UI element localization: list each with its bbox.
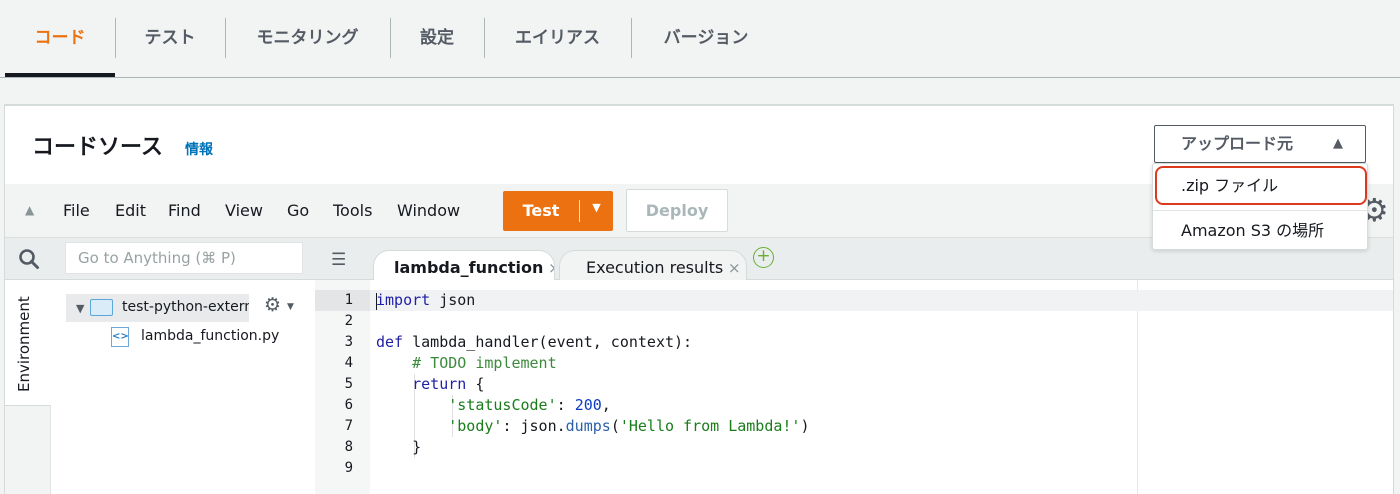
- upload-from-button[interactable]: アップロード元 ▲: [1154, 125, 1366, 163]
- code-line: 'body': json.dumps('Hello from Lambda!'): [448, 417, 810, 435]
- menu-file[interactable]: File: [63, 201, 90, 220]
- line-number: 3: [344, 334, 353, 350]
- line-number: 5: [344, 376, 353, 392]
- menu-view[interactable]: View: [225, 201, 263, 220]
- environment-sidebar: Environment: [5, 280, 51, 494]
- panel-title: コードソース: [32, 135, 163, 160]
- file-name[interactable]: lambda_function.py: [141, 328, 279, 344]
- tab-code[interactable]: コード: [5, 0, 115, 77]
- line-number: 8: [344, 439, 353, 455]
- tab-list-icon[interactable]: ☰: [331, 250, 346, 270]
- code-line: }: [376, 438, 422, 456]
- caret-up-icon: ▲: [1333, 136, 1343, 151]
- active-line: [370, 290, 1393, 311]
- expand-triangle-icon[interactable]: ▼: [76, 302, 84, 315]
- go-to-anything-bar: [5, 238, 315, 280]
- menu-go[interactable]: Go: [287, 201, 309, 220]
- line-number: 7: [344, 418, 353, 434]
- tree-folder-row[interactable]: ▼ test-python-externa: [66, 294, 249, 322]
- test-button-label: Test: [522, 201, 560, 220]
- tab-test[interactable]: テスト: [116, 0, 224, 77]
- editor-tab-execution-results[interactable]: Execution results ×: [559, 250, 747, 281]
- code-line: def lambda_handler(event, context):: [376, 333, 693, 351]
- close-icon[interactable]: ×: [543, 259, 554, 277]
- tab-aliases[interactable]: エイリアス: [485, 0, 630, 77]
- editor-tab-lambda-function[interactable]: lambda_function ×: [373, 250, 555, 281]
- tree-gear-icon[interactable]: ⚙: [264, 294, 281, 316]
- line-number: 1: [344, 292, 353, 308]
- folder-name: test-python-externa: [122, 299, 249, 315]
- menu-find[interactable]: Find: [168, 201, 201, 220]
- print-margin: [1137, 280, 1138, 494]
- chevron-down-icon[interactable]: ▼: [287, 302, 294, 312]
- test-button[interactable]: Test ▼: [503, 191, 613, 231]
- upload-dropdown-menu: .zip ファイル Amazon S3 の場所: [1152, 163, 1369, 250]
- tab-monitoring[interactable]: モニタリング: [226, 0, 389, 77]
- code-line: 'statusCode': 200,: [448, 396, 611, 414]
- menu-item-amazon-s3[interactable]: Amazon S3 の場所: [1153, 210, 1369, 250]
- file-tree: ▼ test-python-externa ⚙ ▼ <> lambda_func…: [51, 280, 315, 494]
- tab-settings[interactable]: 設定: [391, 0, 483, 77]
- function-tabs: コード テスト モニタリング 設定 エイリアス バージョン: [0, 0, 1400, 78]
- code-line: import json: [376, 291, 476, 309]
- chevron-down-icon[interactable]: ▼: [580, 201, 613, 214]
- line-number: 4: [344, 355, 353, 371]
- line-number: 9: [344, 460, 353, 476]
- folder-icon: [90, 299, 113, 316]
- code-line: # TODO implement: [412, 354, 557, 372]
- add-tab-icon[interactable]: +: [753, 247, 774, 268]
- upload-from-label: アップロード元: [1181, 134, 1294, 153]
- line-number: 2: [344, 313, 353, 329]
- environment-tab[interactable]: Environment: [5, 280, 51, 406]
- go-to-anything-input[interactable]: [65, 242, 303, 274]
- python-file-icon: <>: [111, 327, 129, 347]
- active-tab-indicator: [5, 73, 115, 77]
- deploy-button[interactable]: Deploy: [626, 189, 728, 232]
- code-editor[interactable]: [370, 280, 1393, 494]
- menu-tools[interactable]: Tools: [333, 201, 372, 220]
- menu-item-zip-file[interactable]: .zip ファイル: [1155, 166, 1367, 205]
- editor-tab-label: Execution results: [586, 258, 724, 277]
- info-link[interactable]: 情報: [185, 139, 213, 159]
- close-icon[interactable]: ×: [723, 259, 741, 277]
- line-number: 6: [344, 397, 353, 413]
- editor-tab-label: lambda_function: [394, 258, 544, 277]
- search-icon[interactable]: [18, 248, 40, 270]
- ide-area: Environment ▼ test-python-externa ⚙ ▼ <>…: [5, 238, 1393, 494]
- code-line: return {: [412, 375, 485, 393]
- collapse-triangle-icon[interactable]: ▲: [25, 203, 34, 217]
- tab-versions[interactable]: バージョン: [632, 0, 780, 77]
- menu-edit[interactable]: Edit: [115, 201, 146, 220]
- menu-window[interactable]: Window: [397, 201, 460, 220]
- environment-label: Environment: [15, 296, 33, 392]
